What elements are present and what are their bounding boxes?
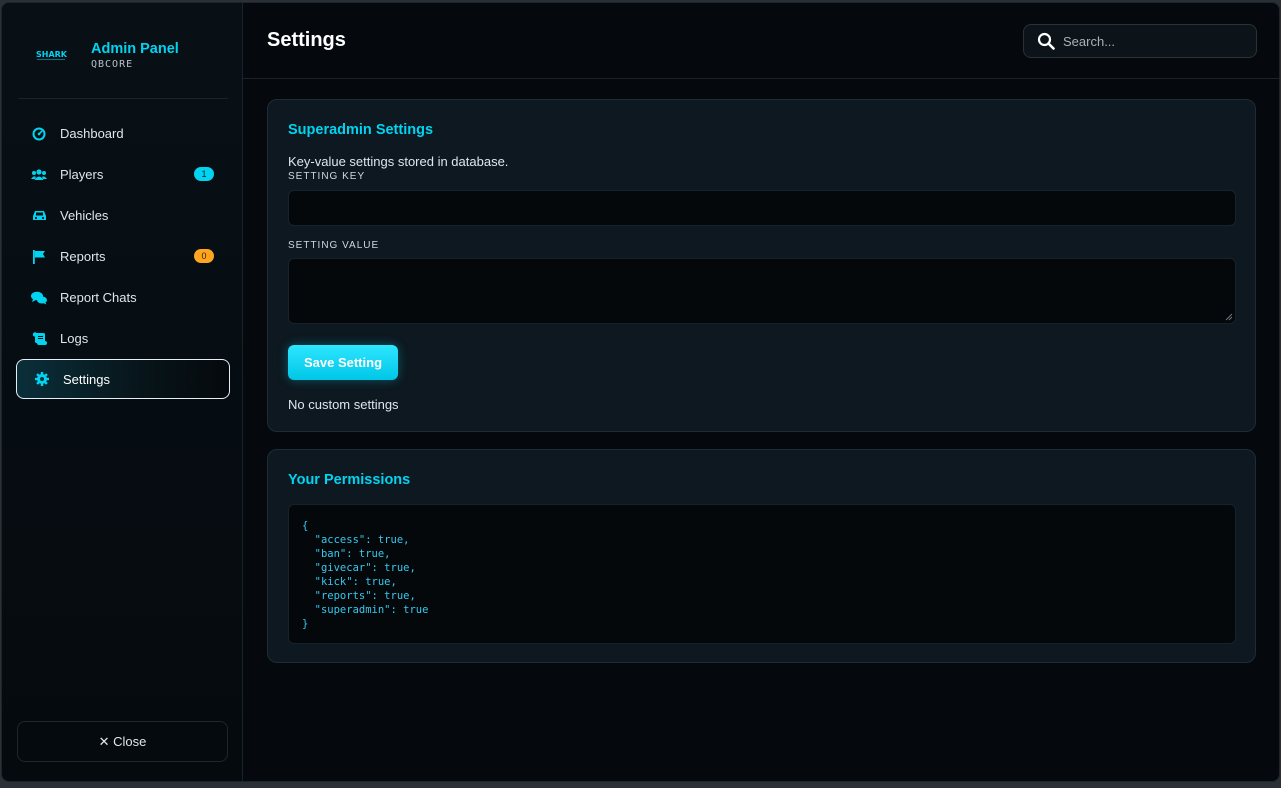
sidebar-nav: Dashboard Players 1 Vehicles Reports 0 R… [16,113,230,399]
save-setting-button[interactable]: Save Setting [288,345,398,380]
json-line: "kick": true, [302,576,397,588]
sidebar-item-dashboard[interactable]: Dashboard [16,113,230,154]
search-input[interactable] [1063,33,1243,49]
brand-subtitle: QBCORE [91,59,134,70]
permissions-card: Your Permissions { "access": true, "ban"… [267,449,1256,663]
sidebar-item-label: Players [60,167,104,182]
sidebar-item-vehicles[interactable]: Vehicles [16,195,230,236]
sidebar-item-label: Dashboard [60,126,124,141]
json-line: "reports": true, [302,590,416,602]
reports-count-badge: 0 [194,249,214,263]
chat-icon [31,290,47,306]
close-button[interactable]: ✕ Close [17,721,228,762]
gauge-icon [31,126,47,142]
svg-text:SHARK: SHARK [36,50,68,59]
search-box[interactable] [1023,24,1257,58]
superadmin-settings-card: Superadmin Settings Key-value settings s… [267,99,1256,432]
resize-handle-icon[interactable] [1225,313,1233,321]
sidebar-item-report-chats[interactable]: Report Chats [16,277,230,318]
sidebar: SHARK Admin Panel QBCORE Dashboard Playe… [2,3,243,781]
sidebar-item-players[interactable]: Players 1 [16,154,230,195]
json-line: "ban": true, [302,548,391,560]
json-line: "givecar": true, [302,562,416,574]
flag-icon [31,249,47,265]
setting-key-label: SETTING KEY [288,171,366,182]
json-line: } [302,618,309,630]
setting-key-input[interactable] [288,190,1236,226]
sidebar-item-reports[interactable]: Reports 0 [16,236,230,277]
header: Settings [243,3,1279,79]
sidebar-item-label: Vehicles [60,208,109,223]
permissions-title: Your Permissions [288,472,411,488]
scroll-icon [31,331,47,347]
sidebar-item-logs[interactable]: Logs [16,318,230,359]
sidebar-item-settings[interactable]: Settings [16,359,230,399]
sidebar-item-label: Logs [60,331,89,346]
json-line: { [302,520,309,532]
brand-title: Admin Panel [91,41,179,57]
admin-panel-window: SHARK Admin Panel QBCORE Dashboard Playe… [1,2,1280,782]
sidebar-item-label: Report Chats [60,290,137,305]
permissions-json-block: { "access": true, "ban": true, "givecar"… [288,504,1236,644]
superadmin-settings-description: Key-value settings stored in database. [288,154,509,169]
car-icon [31,208,47,224]
users-icon [31,167,47,183]
superadmin-settings-title: Superadmin Settings [288,122,434,138]
page-title: Settings [267,29,346,51]
setting-value-label: SETTING VALUE [288,240,380,251]
brand: SHARK Admin Panel QBCORE [18,23,228,99]
players-count-badge: 1 [194,167,214,181]
empty-settings-note: No custom settings [288,397,399,412]
json-line: "superadmin": true [302,604,429,616]
gear-icon [34,371,50,387]
setting-value-textarea[interactable] [288,258,1236,324]
sidebar-item-label: Settings [63,371,110,387]
json-line: "access": true, [302,534,410,546]
search-icon [1037,32,1055,50]
sidebar-item-label: Reports [60,249,106,264]
shark-logo: SHARK [36,50,68,60]
